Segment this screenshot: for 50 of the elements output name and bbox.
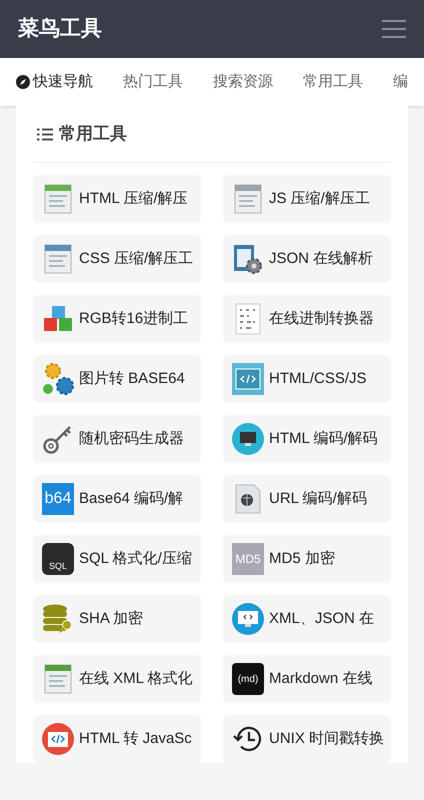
code-icon (42, 723, 74, 755)
tool-logo: b64 (42, 483, 74, 515)
nav-tab[interactable]: 编 (393, 70, 408, 94)
cubes-icon (42, 304, 74, 334)
tool-tile[interactable]: MD5 MD5 加密 (223, 535, 391, 583)
tool-tile[interactable]: JSON 在线解析 (223, 235, 391, 283)
code-window-icon (232, 363, 264, 395)
tool-tile[interactable]: 在线进制转换器 (223, 295, 391, 343)
site-title: 菜鸟工具 (18, 16, 102, 42)
tool-tile[interactable]: (md) Markdown 在线 (223, 655, 391, 703)
database-icon (42, 603, 74, 635)
tool-tile[interactable]: 在线 XML 格式化 (33, 655, 201, 703)
document-icon (234, 184, 262, 214)
tool-tile[interactable]: CSS 压缩/解压工 (33, 235, 201, 283)
tool-tile[interactable]: HTML 压缩/解压 (33, 175, 201, 223)
section-title: 常用工具 (59, 123, 127, 146)
menu-icon[interactable] (382, 20, 406, 38)
gears-icon (41, 362, 75, 396)
tool-tile[interactable]: SQL SQL 格式化/压缩 (33, 535, 201, 583)
key-icon (42, 423, 74, 455)
gear-document-icon (233, 243, 263, 275)
history-clock-icon (233, 724, 263, 754)
tool-tile[interactable]: URL 编码/解码 (223, 475, 391, 523)
nav-tab[interactable]: 快速导航 (16, 70, 93, 94)
tool-tile[interactable]: HTML/CSS/JS (223, 355, 391, 403)
nav-tab[interactable]: 热门工具 (123, 70, 183, 94)
tool-logo: (md) (232, 663, 264, 695)
tool-logo: MD5 (232, 543, 264, 575)
compass-icon (16, 75, 30, 89)
monitor-icon (232, 603, 264, 635)
tool-tile[interactable]: SHA 加密 (33, 595, 201, 643)
tool-tile[interactable]: UNIX 时间戳转换 (223, 715, 391, 763)
document-icon (44, 664, 72, 694)
tool-tile[interactable]: JS 压缩/解压工 (223, 175, 391, 223)
tool-tile[interactable]: HTML 编码/解码 (223, 415, 391, 463)
document-icon (235, 303, 261, 335)
tool-tile[interactable]: 图片转 BASE64 (33, 355, 201, 403)
document-icon (44, 244, 72, 274)
globe-document-icon (233, 483, 263, 515)
document-icon (44, 184, 72, 214)
tool-logo: SQL (42, 543, 74, 575)
tool-tile[interactable]: b64 Base64 编码/解 (33, 475, 201, 523)
tool-tile[interactable]: XML、JSON 在 (223, 595, 391, 643)
tool-tile[interactable]: HTML 转 JavaSc (33, 715, 201, 763)
monitor-icon (232, 423, 264, 455)
nav-tab[interactable]: 常用工具 (303, 70, 363, 94)
nav-tab[interactable]: 搜索资源 (213, 70, 273, 94)
tool-tile[interactable]: 随机密码生成器 (33, 415, 201, 463)
tool-tile[interactable]: RGB转16进制工 (33, 295, 201, 343)
list-icon (37, 128, 53, 140)
